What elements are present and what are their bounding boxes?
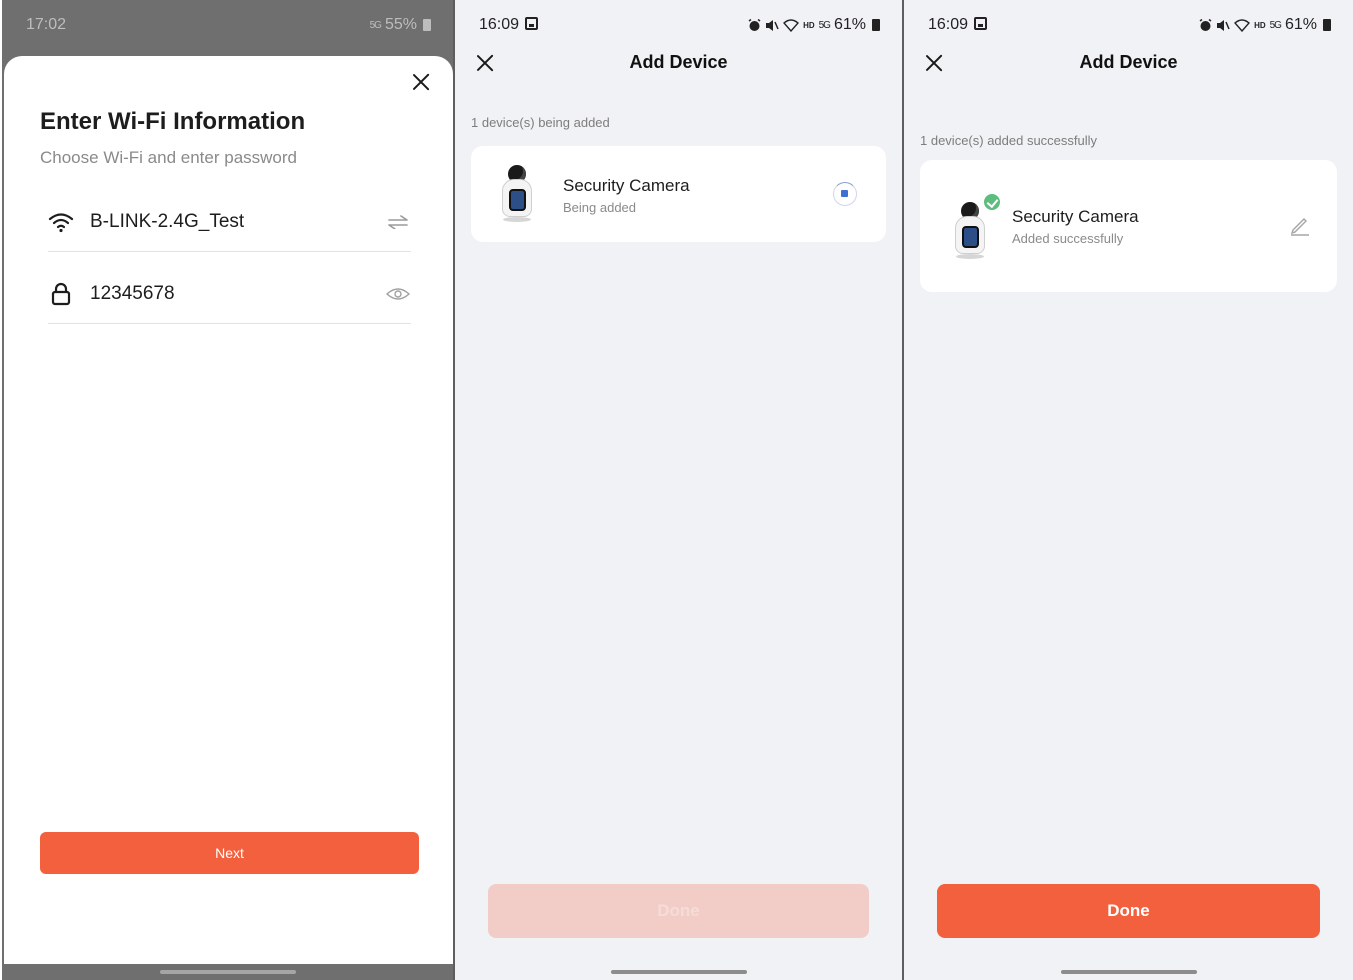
status-bar: 17:02 5G 55% [2, 10, 453, 42]
battery-percent: 55% [384, 16, 417, 33]
status-bar: 16:09 HD 5G 61% [455, 10, 902, 42]
status-right-group: 5G 55% [370, 16, 431, 34]
header: Add Device [455, 46, 902, 80]
page-title: Add Device [629, 52, 728, 72]
mute-icon [766, 19, 779, 31]
wifi-icon [48, 209, 74, 235]
lock-icon [48, 281, 74, 307]
wifi-status-icon [783, 18, 800, 32]
status-time: 17:02 [26, 16, 67, 33]
close-icon[interactable] [411, 72, 431, 92]
status-right-group: HD 5G 61% [1199, 16, 1331, 34]
status-time: 16:09 [928, 16, 988, 34]
password-value: 12345678 [90, 282, 175, 304]
camera-icon [499, 165, 537, 223]
done-button[interactable]: Done [488, 884, 869, 938]
next-button[interactable]: Next [40, 832, 419, 874]
wifi-status-icon [1234, 18, 1251, 32]
device-card[interactable]: Security Camera Being added [471, 146, 886, 242]
camera-icon [952, 202, 990, 260]
wifi-info-screen: 17:02 5G 55% Enter Wi-Fi Information Cho… [2, 0, 453, 980]
hd-indicator: HD [1254, 20, 1266, 30]
home-indicator[interactable] [610, 970, 747, 974]
status-bar: 16:09 HD 5G 61% [904, 10, 1353, 42]
signal-icon: 5G [369, 19, 382, 31]
wifi-ssid-field[interactable]: B-LINK-2.4G_Test [48, 192, 411, 252]
page-title: Enter Wi-Fi Information [40, 108, 306, 135]
alarm-icon [748, 18, 761, 31]
status-right-group: HD 5G 61% [748, 16, 880, 34]
home-indicator[interactable] [159, 970, 296, 974]
edit-pencil-icon[interactable] [1289, 214, 1311, 236]
device-status: Being added [563, 200, 637, 215]
picture-icon [525, 17, 539, 30]
device-count-text: 1 device(s) added successfully [920, 133, 1098, 148]
wifi-bottom-sheet: Enter Wi-Fi Information Choose Wi-Fi and… [4, 56, 453, 964]
battery-icon [1323, 19, 1331, 31]
page-title: Add Device [1079, 52, 1178, 72]
battery-icon [872, 19, 880, 31]
check-badge-icon [982, 192, 1002, 212]
hd-indicator: HD [803, 20, 815, 30]
device-status: Added successfully [1012, 231, 1124, 246]
add-device-success-screen: 16:09 HD 5G 61% Add Device 1 device(s) a… [904, 0, 1353, 980]
signal-icon: 5G [1269, 19, 1282, 31]
switch-network-icon[interactable] [385, 212, 411, 232]
alarm-icon [1199, 18, 1212, 31]
eye-icon[interactable] [385, 284, 411, 304]
battery-icon [423, 19, 431, 31]
battery-percent: 61% [833, 16, 866, 33]
loading-spinner-icon [833, 182, 857, 206]
status-time: 16:09 [479, 16, 539, 34]
device-name: Security Camera [1012, 207, 1139, 226]
device-count-text: 1 device(s) being added [471, 115, 610, 130]
signal-icon: 5G [818, 19, 831, 31]
device-name: Security Camera [563, 176, 690, 195]
wifi-ssid-value: B-LINK-2.4G_Test [90, 210, 245, 232]
mute-icon [1217, 19, 1230, 31]
screenshot-collage: 17:02 5G 55% Enter Wi-Fi Information Cho… [0, 0, 1353, 980]
picture-icon [974, 17, 988, 30]
password-field[interactable]: 12345678 [48, 264, 411, 324]
device-card[interactable]: Security Camera Added successfully [920, 160, 1337, 292]
home-indicator[interactable] [1060, 970, 1197, 974]
page-subtitle: Choose Wi-Fi and enter password [40, 148, 298, 167]
header: Add Device [904, 46, 1353, 80]
battery-percent: 61% [1284, 16, 1317, 33]
done-button[interactable]: Done [937, 884, 1320, 938]
add-device-progress-screen: 16:09 HD 5G 61% Add Device 1 device(s) b… [455, 0, 902, 980]
